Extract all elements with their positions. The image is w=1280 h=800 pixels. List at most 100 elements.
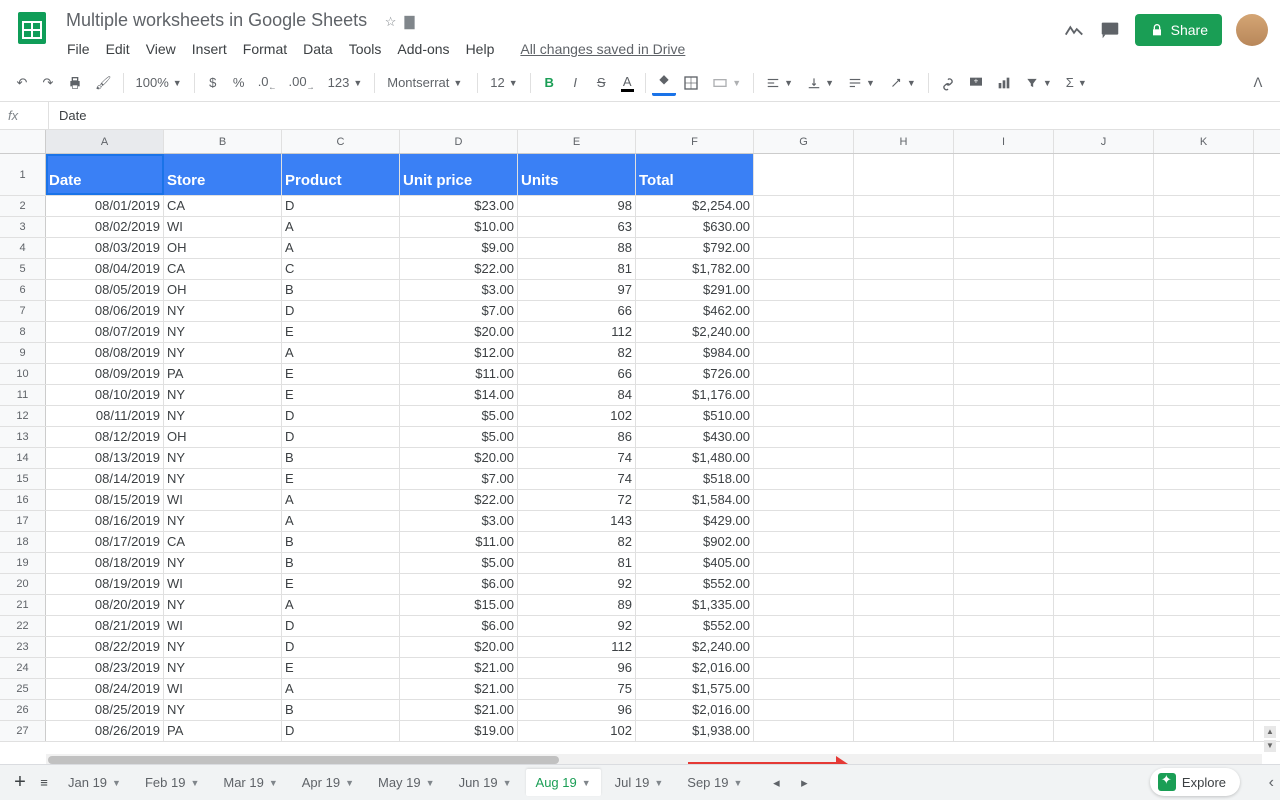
cell[interactable] [954, 700, 1054, 720]
cell[interactable] [854, 385, 954, 405]
menu-file[interactable]: File [60, 37, 97, 61]
cell[interactable]: Total [636, 154, 754, 195]
cell[interactable]: OH [164, 238, 282, 258]
cell[interactable]: 08/15/2019 [46, 490, 164, 510]
cell[interactable]: 74 [518, 469, 636, 489]
cell[interactable] [854, 301, 954, 321]
cell[interactable] [754, 469, 854, 489]
cell[interactable] [954, 364, 1054, 384]
menu-insert[interactable]: Insert [185, 37, 234, 61]
chart-button[interactable] [991, 70, 1017, 96]
row-header[interactable]: 26 [0, 700, 46, 720]
cell[interactable]: PA [164, 364, 282, 384]
cell[interactable] [1154, 616, 1254, 636]
cell[interactable]: $2,240.00 [636, 637, 754, 657]
cell[interactable] [854, 322, 954, 342]
cell[interactable] [754, 616, 854, 636]
cell[interactable]: WI [164, 217, 282, 237]
cell[interactable] [1054, 427, 1154, 447]
cell[interactable]: $552.00 [636, 574, 754, 594]
cell[interactable] [754, 721, 854, 741]
cell[interactable]: E [282, 322, 400, 342]
cell[interactable] [754, 700, 854, 720]
cell[interactable]: $405.00 [636, 553, 754, 573]
cell[interactable] [754, 406, 854, 426]
cell[interactable] [954, 406, 1054, 426]
cell[interactable]: $11.00 [400, 532, 518, 552]
cell[interactable]: NY [164, 553, 282, 573]
cell[interactable]: NY [164, 511, 282, 531]
scrollbar-vertical[interactable]: ▲ ▼ [1264, 130, 1276, 752]
cell[interactable] [954, 511, 1054, 531]
column-header[interactable]: E [518, 130, 636, 153]
cell[interactable] [1054, 406, 1154, 426]
cell[interactable] [1054, 469, 1154, 489]
cell[interactable]: 72 [518, 490, 636, 510]
column-header[interactable]: B [164, 130, 282, 153]
cell[interactable]: 08/22/2019 [46, 637, 164, 657]
cell[interactable]: $15.00 [400, 595, 518, 615]
cell[interactable]: $518.00 [636, 469, 754, 489]
cell[interactable] [954, 238, 1054, 258]
cell[interactable] [1154, 658, 1254, 678]
cell[interactable]: Store [164, 154, 282, 195]
row-header[interactable]: 3 [0, 217, 46, 237]
doc-title[interactable]: Multiple worksheets in Google Sheets [60, 8, 373, 33]
cell[interactable] [754, 658, 854, 678]
cell[interactable] [1154, 700, 1254, 720]
chevron-down-icon[interactable]: ▼ [503, 778, 512, 788]
cell[interactable]: A [282, 490, 400, 510]
cell[interactable]: 102 [518, 406, 636, 426]
cell[interactable] [954, 574, 1054, 594]
chevron-down-icon[interactable]: ▼ [345, 778, 354, 788]
select-all-corner[interactable] [0, 130, 46, 153]
cell[interactable]: 63 [518, 217, 636, 237]
sheet-tab[interactable]: Aug 19▼ [526, 769, 601, 796]
fillcolor-button[interactable] [652, 70, 676, 96]
cell[interactable] [754, 679, 854, 699]
cell[interactable]: 08/10/2019 [46, 385, 164, 405]
cell[interactable]: 66 [518, 301, 636, 321]
cell[interactable] [1154, 427, 1254, 447]
explore-button[interactable]: Explore [1150, 768, 1240, 796]
cell[interactable]: A [282, 595, 400, 615]
cell[interactable] [754, 364, 854, 384]
cell[interactable]: $429.00 [636, 511, 754, 531]
cell[interactable]: OH [164, 280, 282, 300]
cell[interactable]: E [282, 658, 400, 678]
row-header[interactable]: 7 [0, 301, 46, 321]
row-header[interactable]: 25 [0, 679, 46, 699]
all-sheets-button[interactable]: ≡ [32, 770, 56, 796]
cell[interactable] [854, 658, 954, 678]
cell[interactable]: $19.00 [400, 721, 518, 741]
cell[interactable] [954, 721, 1054, 741]
cell[interactable]: NY [164, 700, 282, 720]
column-header[interactable]: F [636, 130, 754, 153]
cell[interactable] [854, 238, 954, 258]
cell[interactable]: D [282, 427, 400, 447]
row-header[interactable]: 21 [0, 595, 46, 615]
cell[interactable]: $6.00 [400, 616, 518, 636]
cell[interactable] [1054, 301, 1154, 321]
cell[interactable]: $5.00 [400, 406, 518, 426]
row-header[interactable]: 19 [0, 553, 46, 573]
cell[interactable] [854, 679, 954, 699]
cell[interactable]: $2,016.00 [636, 700, 754, 720]
cell[interactable] [854, 595, 954, 615]
cell[interactable] [1054, 553, 1154, 573]
row-header[interactable]: 8 [0, 322, 46, 342]
cell[interactable] [1054, 616, 1154, 636]
cell[interactable] [1054, 595, 1154, 615]
cell[interactable] [754, 259, 854, 279]
cell[interactable]: A [282, 679, 400, 699]
cell[interactable]: CA [164, 196, 282, 216]
cell[interactable] [954, 679, 1054, 699]
cell[interactable] [1154, 679, 1254, 699]
cell[interactable] [954, 280, 1054, 300]
cell[interactable] [1054, 196, 1154, 216]
cell[interactable] [854, 217, 954, 237]
cell[interactable]: $510.00 [636, 406, 754, 426]
cell[interactable]: $3.00 [400, 511, 518, 531]
cell[interactable]: NY [164, 469, 282, 489]
cell[interactable]: 74 [518, 448, 636, 468]
